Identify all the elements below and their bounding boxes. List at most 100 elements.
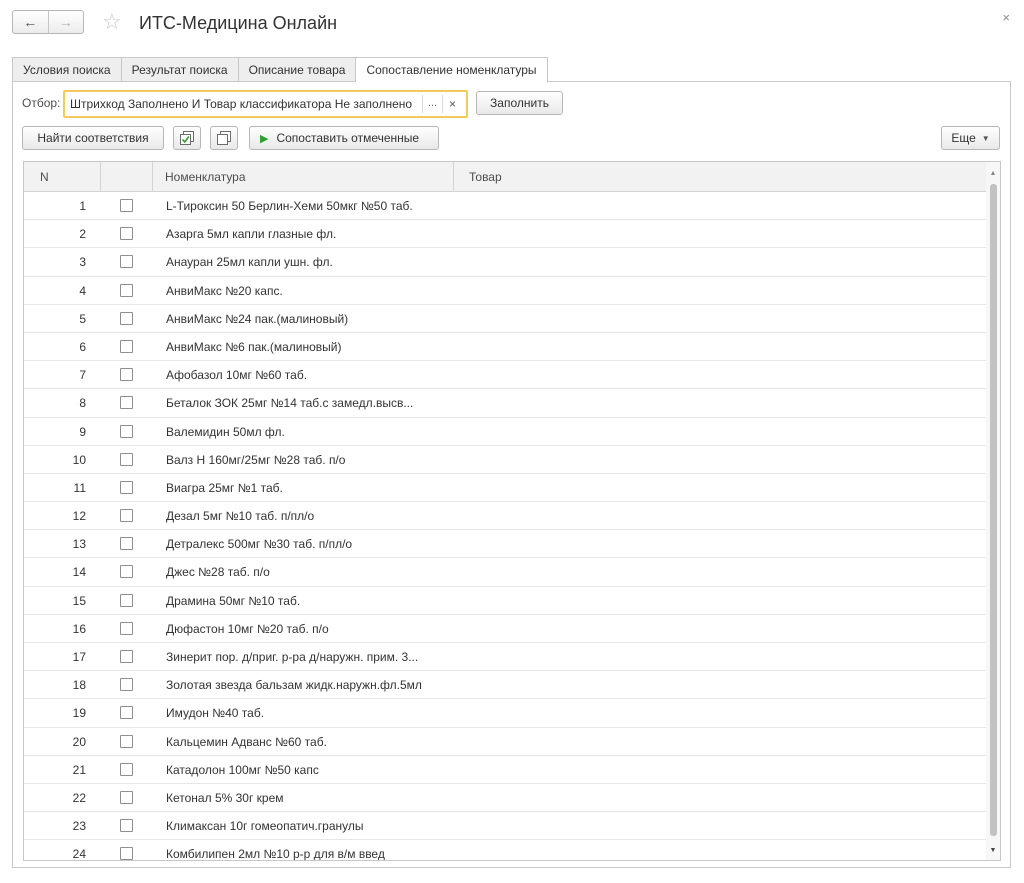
table-row[interactable]: 18 Золотая звезда бальзам жидк.наружн.фл.… [24,671,986,700]
row-checkbox[interactable] [120,424,133,438]
more-button-label: Еще [951,131,976,145]
table-row[interactable]: 7 Афобазол 10мг №60 таб. [24,361,986,390]
table-row[interactable]: 19 Имудон №40 таб. [24,699,986,728]
row-nomenclature: Детралекс 500мг №30 таб. п/пл/о [166,537,353,552]
column-header-n[interactable]: N [24,162,101,192]
row-checkbox[interactable] [120,565,133,579]
row-nomenclature: Комбилипен 2мл №10 р-р для в/м введ [166,847,385,861]
table-row[interactable]: 10 Валз Н 160мг/25мг №28 таб. п/о [24,446,986,474]
uncheck-all-icon [217,131,231,145]
row-checkbox[interactable] [120,790,133,804]
scroll-thumb[interactable] [990,184,997,836]
row-nomenclature: Зинерит пор. д/приг. р-ра д/наружн. прим… [166,650,419,664]
row-nomenclature: АнвиМакс №24 пак.(малиновый) [166,311,349,326]
table-row[interactable]: 5 АнвиМакс №24 пак.(малиновый) [24,305,986,333]
row-nomenclature: Дюфастон 10мг №20 таб. п/о [166,621,329,636]
row-checkbox[interactable] [120,509,133,523]
find-matches-button[interactable]: Найти соответствия [22,126,164,150]
row-checkbox[interactable] [120,311,133,325]
more-button[interactable]: Еще ▼ [941,126,1000,150]
row-number: 8 [79,396,86,411]
row-checkbox[interactable] [120,537,133,551]
table-row[interactable]: 23 Климаксан 10г гомеопатич.гранулы [24,812,986,841]
tab-search-conditions[interactable]: Условия поиска [12,57,122,82]
play-icon: ▶ [260,132,269,145]
table-row[interactable]: 14 Джес №28 таб. п/о [24,558,986,587]
row-checkbox[interactable] [120,847,133,860]
fill-button[interactable]: Заполнить [476,91,563,115]
filter-clear-icon[interactable]: × [442,95,462,113]
row-checkbox[interactable] [120,396,133,410]
nomenclature-table: N Номенклатура Товар 1 L-Тироксин 50 Берл… [23,161,1001,861]
vertical-scrollbar[interactable]: ▲ ▼ [986,162,1000,860]
row-checkbox[interactable] [120,480,133,494]
row-checkbox[interactable] [120,734,133,748]
navigation-buttons: ← → [12,10,84,34]
column-header-nomenclature[interactable]: Номенклатура [153,162,454,192]
filter-select-button[interactable]: ... [422,95,442,113]
row-number: 18 [72,678,86,693]
table-row[interactable]: 9 Валемидин 50мл фл. [24,418,986,446]
table-row[interactable]: 6 АнвиМакс №6 пак.(малиновый) [24,333,986,362]
table-row[interactable]: 1 L-Тироксин 50 Берлин-Хеми 50мкг №50 таб… [24,192,986,221]
row-number: 13 [72,537,86,552]
row-nomenclature: L-Тироксин 50 Берлин-Хеми 50мкг №50 таб. [166,199,413,213]
column-header-check[interactable] [101,162,153,192]
match-marked-button[interactable]: ▶ Сопоставить отмеченные [249,126,439,150]
row-checkbox[interactable] [120,227,133,241]
table-row[interactable]: 3 Анауран 25мл капли ушн. фл. [24,248,986,277]
row-number: 11 [73,480,86,495]
table-row[interactable]: 24 Комбилипен 2мл №10 р-р для в/м введ [24,840,986,861]
row-checkbox[interactable] [120,819,133,833]
row-nomenclature: Афобазол 10мг №60 таб. [166,368,308,383]
check-all-icon [180,131,194,145]
row-checkbox[interactable] [120,706,133,720]
column-header-product[interactable]: Товар [454,162,986,192]
row-checkbox[interactable] [120,339,133,353]
tab-search-results[interactable]: Результат поиска [121,57,239,82]
row-nomenclature: АнвиМакс №6 пак.(малиновый) [166,339,342,354]
row-checkbox[interactable] [120,650,133,663]
row-checkbox[interactable] [120,368,133,382]
row-nomenclature: Виагра 25мг №1 таб. [166,480,283,495]
table-row[interactable]: 2 Азарга 5мл капли глазные фл. [24,220,986,249]
row-nomenclature: Дезал 5мг №10 таб. п/пл/о [166,509,315,524]
row-number: 1 [79,199,86,213]
table-row[interactable]: 21 Катадолон 100мг №50 капс [24,756,986,784]
scroll-down-icon[interactable]: ▼ [986,847,1000,854]
close-icon[interactable]: × [1002,10,1010,25]
table-row[interactable]: 8 Беталок ЗОК 25мг №14 таб.с замедл.высв.… [24,389,986,418]
row-checkbox[interactable] [120,283,133,297]
scroll-up-icon[interactable]: ▲ [986,170,1000,177]
table-row[interactable]: 20 Кальцемин Адванс №60 таб. [24,728,986,756]
uncheck-all-button[interactable] [210,126,238,150]
fill-button-label: Заполнить [490,96,549,110]
row-checkbox[interactable] [120,452,133,466]
tab-product-description[interactable]: Описание товара [238,57,357,82]
back-arrow-icon[interactable]: ← [13,11,48,33]
table-row[interactable]: 22 Кетонал 5% 30г крем [24,784,986,813]
row-checkbox[interactable] [120,199,133,212]
table-row[interactable]: 17 Зинерит пор. д/приг. р-ра д/наружн. пр… [24,643,986,672]
table-row[interactable]: 4 АнвиМакс №20 капс. [24,277,986,305]
forward-arrow-icon[interactable]: → [47,11,84,33]
row-checkbox[interactable] [120,678,133,692]
tab-nomenclature-matching[interactable]: Сопоставление номенклатуры [356,57,548,83]
table-row[interactable]: 15 Драмина 50мг №10 таб. [24,587,986,615]
row-checkbox[interactable] [120,762,133,776]
row-checkbox[interactable] [120,593,133,607]
row-checkbox[interactable] [120,621,133,635]
row-number: 6 [79,339,86,354]
favorite-star-icon[interactable]: ☆ [102,9,122,35]
filter-field[interactable]: Штрихкод Заполнено И Товар классификатор… [63,90,468,118]
row-nomenclature: Анауран 25мл капли ушн. фл. [166,255,333,270]
table-row[interactable]: 11 Виагра 25мг №1 таб. [24,474,986,503]
filter-value[interactable]: Штрихкод Заполнено И Товар классификатор… [65,97,422,111]
row-nomenclature: Валемидин 50мл фл. [166,424,285,439]
check-all-button[interactable] [173,126,201,150]
row-checkbox[interactable] [120,255,133,269]
table-row[interactable]: 16 Дюфастон 10мг №20 таб. п/о [24,615,986,643]
row-number: 15 [72,593,86,608]
table-row[interactable]: 12 Дезал 5мг №10 таб. п/пл/о [24,502,986,531]
table-row[interactable]: 13 Детралекс 500мг №30 таб. п/пл/о [24,530,986,559]
